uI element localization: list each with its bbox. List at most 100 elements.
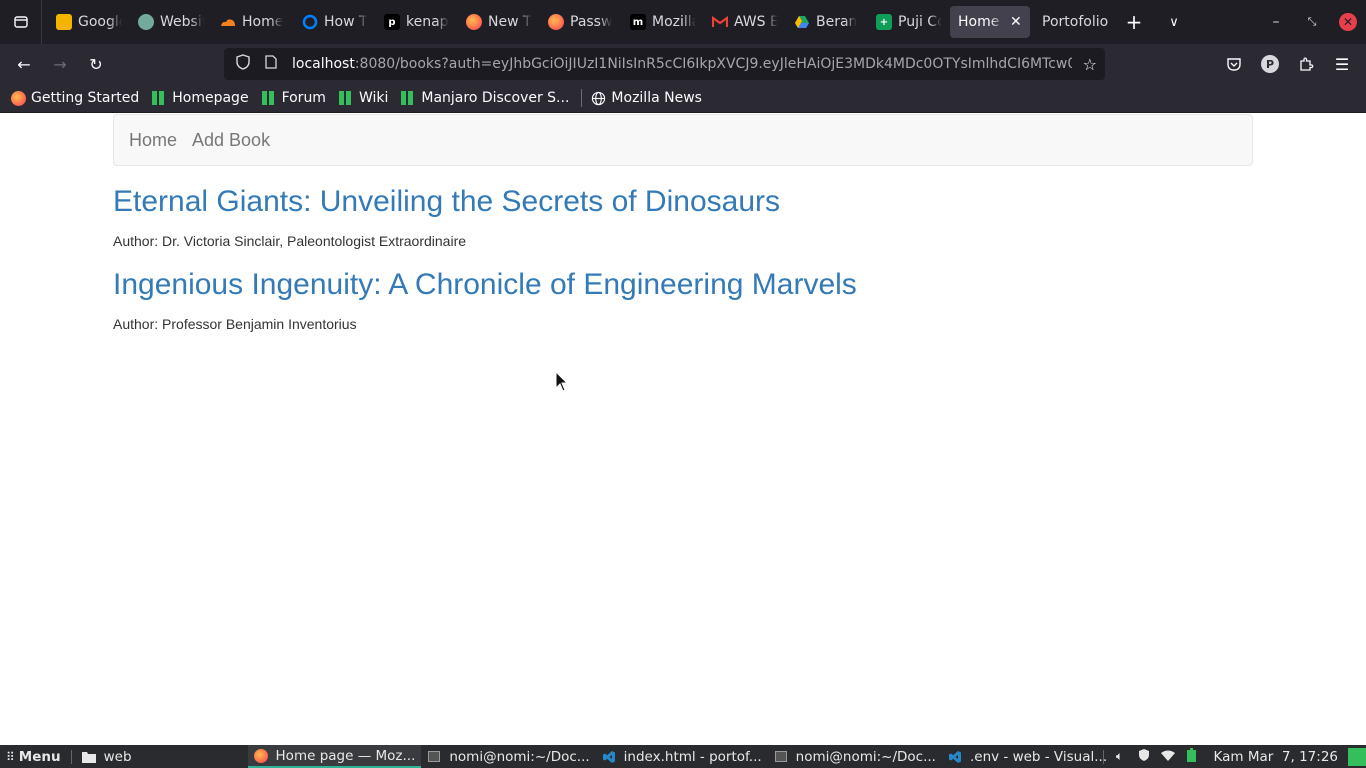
firefox-icon xyxy=(10,90,26,106)
plus-icon: + xyxy=(1125,10,1143,34)
taskbar-separator xyxy=(70,749,72,764)
toolbar-right: P ☰ xyxy=(1218,48,1358,80)
tab[interactable]: Passw xyxy=(540,6,622,38)
book-title-link[interactable]: Ingenious Ingenuity: A Chronicle of Engi… xyxy=(113,268,857,302)
maximize-button[interactable]: ⤡ xyxy=(1294,0,1330,44)
close-icon: ✕ xyxy=(1339,13,1357,31)
list-all-tabs-button[interactable]: ∨ xyxy=(1154,6,1194,38)
tab[interactable]: New T xyxy=(458,6,540,38)
extensions-button[interactable] xyxy=(1290,48,1322,80)
volume-icon[interactable]: 🔈︎ xyxy=(1108,749,1132,764)
back-button[interactable]: ← xyxy=(6,48,42,80)
tab[interactable]: Home xyxy=(212,6,294,38)
taskbar-window-terminal[interactable]: nomi@nomi:~/Doc... xyxy=(768,745,942,768)
minimize-icon: – xyxy=(1272,14,1280,30)
minimize-button[interactable]: – xyxy=(1258,0,1294,44)
p-icon: p xyxy=(384,14,400,30)
new-tab-button[interactable]: + xyxy=(1114,6,1154,38)
book-item: Ingenious Ingenuity: A Chronicle of Engi… xyxy=(113,268,857,332)
tab[interactable]: Google xyxy=(48,6,130,38)
maximize-icon: ⤡ xyxy=(1307,15,1317,28)
avatar: P xyxy=(1261,55,1279,73)
start-menu-button[interactable]: ⠿ Menu xyxy=(0,745,67,768)
google-sheets-icon: + xyxy=(876,14,892,30)
bookmark-forum[interactable]: Forum xyxy=(261,90,326,106)
taskbar-window-firefox[interactable]: Home page — Moz... xyxy=(247,745,422,768)
reload-button[interactable]: ↻ xyxy=(78,48,114,80)
window-controls: – ⤡ ✕ xyxy=(1258,0,1366,44)
manjaro-icon xyxy=(338,90,354,106)
hamburger-icon: ☰ xyxy=(1334,54,1350,74)
digitalocean-icon xyxy=(302,14,318,30)
pocket-button[interactable] xyxy=(1218,48,1250,80)
bookmark-separator xyxy=(581,89,583,107)
folder-launcher[interactable]: web xyxy=(76,745,138,768)
taskbar-window-terminal[interactable]: nomi@nomi:~/Doc... xyxy=(421,745,595,768)
chatgpt-icon xyxy=(138,14,154,30)
tab[interactable]: + Puji Co xyxy=(868,6,950,38)
google-keep-icon xyxy=(56,14,72,30)
taskbar: ⠿ Menu web Home page — Moz... nomi@nomi:… xyxy=(0,745,1366,768)
bookmark-manjaro-discover[interactable]: Manjaro Discover S... xyxy=(400,90,569,106)
bookmark-mozilla-news[interactable]: Mozilla News xyxy=(590,90,702,106)
firefox-icon xyxy=(466,14,482,30)
grid-icon: ⠿ xyxy=(6,749,15,764)
close-window-button[interactable]: ✕ xyxy=(1330,0,1366,44)
forward-button[interactable]: → xyxy=(42,48,78,80)
manjaro-icon xyxy=(261,90,277,106)
firefox-icon xyxy=(253,748,268,763)
taskbar-window-vscode[interactable]: .env - web - Visual... xyxy=(942,745,1113,768)
shield-check-icon[interactable] xyxy=(1132,748,1156,765)
tab[interactable]: p kenap xyxy=(376,6,458,38)
clock[interactable]: Kam Mar 7, 17:26 xyxy=(1214,749,1338,765)
vscode-icon xyxy=(602,750,616,764)
taskbar-window-vscode[interactable]: index.html - portof... xyxy=(596,745,768,768)
vscode-icon xyxy=(948,750,962,764)
tab[interactable]: AWS E xyxy=(704,6,786,38)
bookmark-wiki[interactable]: Wiki xyxy=(338,90,388,106)
tab[interactable]: Portofolio xyxy=(1030,6,1114,38)
close-icon[interactable]: ✕ xyxy=(1010,14,1022,30)
terminal-icon xyxy=(774,750,788,764)
account-button[interactable]: P xyxy=(1254,48,1286,80)
firefox-icon xyxy=(548,14,564,30)
url-bar[interactable]: localhost:8080/books?auth=eyJhbGciOiJIUz… xyxy=(224,48,1105,80)
manjaro-icon xyxy=(151,90,167,106)
firefox-view-icon xyxy=(13,16,28,28)
wifi-icon[interactable] xyxy=(1156,750,1180,764)
globe-icon xyxy=(590,90,606,106)
book-title-link[interactable]: Eternal Giants: Unveiling the Secrets of… xyxy=(113,185,780,219)
tab[interactable]: m Mozilla xyxy=(622,6,704,38)
nav-home-link[interactable]: Home xyxy=(129,130,177,151)
shield-icon[interactable] xyxy=(232,54,254,74)
puzzle-icon xyxy=(1300,57,1314,71)
tab[interactable]: Website xyxy=(130,6,212,38)
gmail-icon xyxy=(712,14,728,30)
nav-add-book-link[interactable]: Add Book xyxy=(192,130,270,151)
star-icon[interactable]: ☆ xyxy=(1083,55,1097,74)
terminal-icon xyxy=(427,750,441,764)
tab[interactable]: Beran xyxy=(786,6,868,38)
battery-icon[interactable] xyxy=(1180,748,1204,765)
site-navbar: Home Add Book xyxy=(113,114,1253,166)
system-tray: 🔈︎ Kam Mar 7, 17:26 xyxy=(1099,745,1366,768)
bookmark-homepage[interactable]: Homepage xyxy=(151,90,249,106)
navigation-toolbar: ← → ↻ localhost:8080/books?auth=eyJhbGci… xyxy=(0,44,1366,84)
chevron-down-icon: ∨ xyxy=(1169,14,1179,30)
arrow-right-icon: → xyxy=(53,54,67,74)
taskbar-separator xyxy=(1102,749,1104,764)
app-menu-button[interactable]: ☰ xyxy=(1326,48,1358,80)
pocket-icon xyxy=(1227,57,1241,71)
folder-icon xyxy=(81,750,96,764)
page-icon[interactable] xyxy=(260,55,282,73)
reload-icon: ↻ xyxy=(89,54,103,74)
tab-active[interactable]: Home page✕ xyxy=(950,6,1030,38)
bookmark-getting-started[interactable]: Getting Started xyxy=(10,90,139,106)
show-desktop-button[interactable] xyxy=(1348,747,1366,766)
book-author: Author: Dr. Victoria Sinclair, Paleontol… xyxy=(113,233,467,249)
tab[interactable]: How T xyxy=(294,6,376,38)
mozilla-m-icon: m xyxy=(630,14,646,30)
url-text[interactable]: localhost:8080/books?auth=eyJhbGciOiJIUz… xyxy=(292,56,1072,72)
firefox-view-button[interactable] xyxy=(0,0,42,44)
cloudflare-icon xyxy=(220,14,236,30)
